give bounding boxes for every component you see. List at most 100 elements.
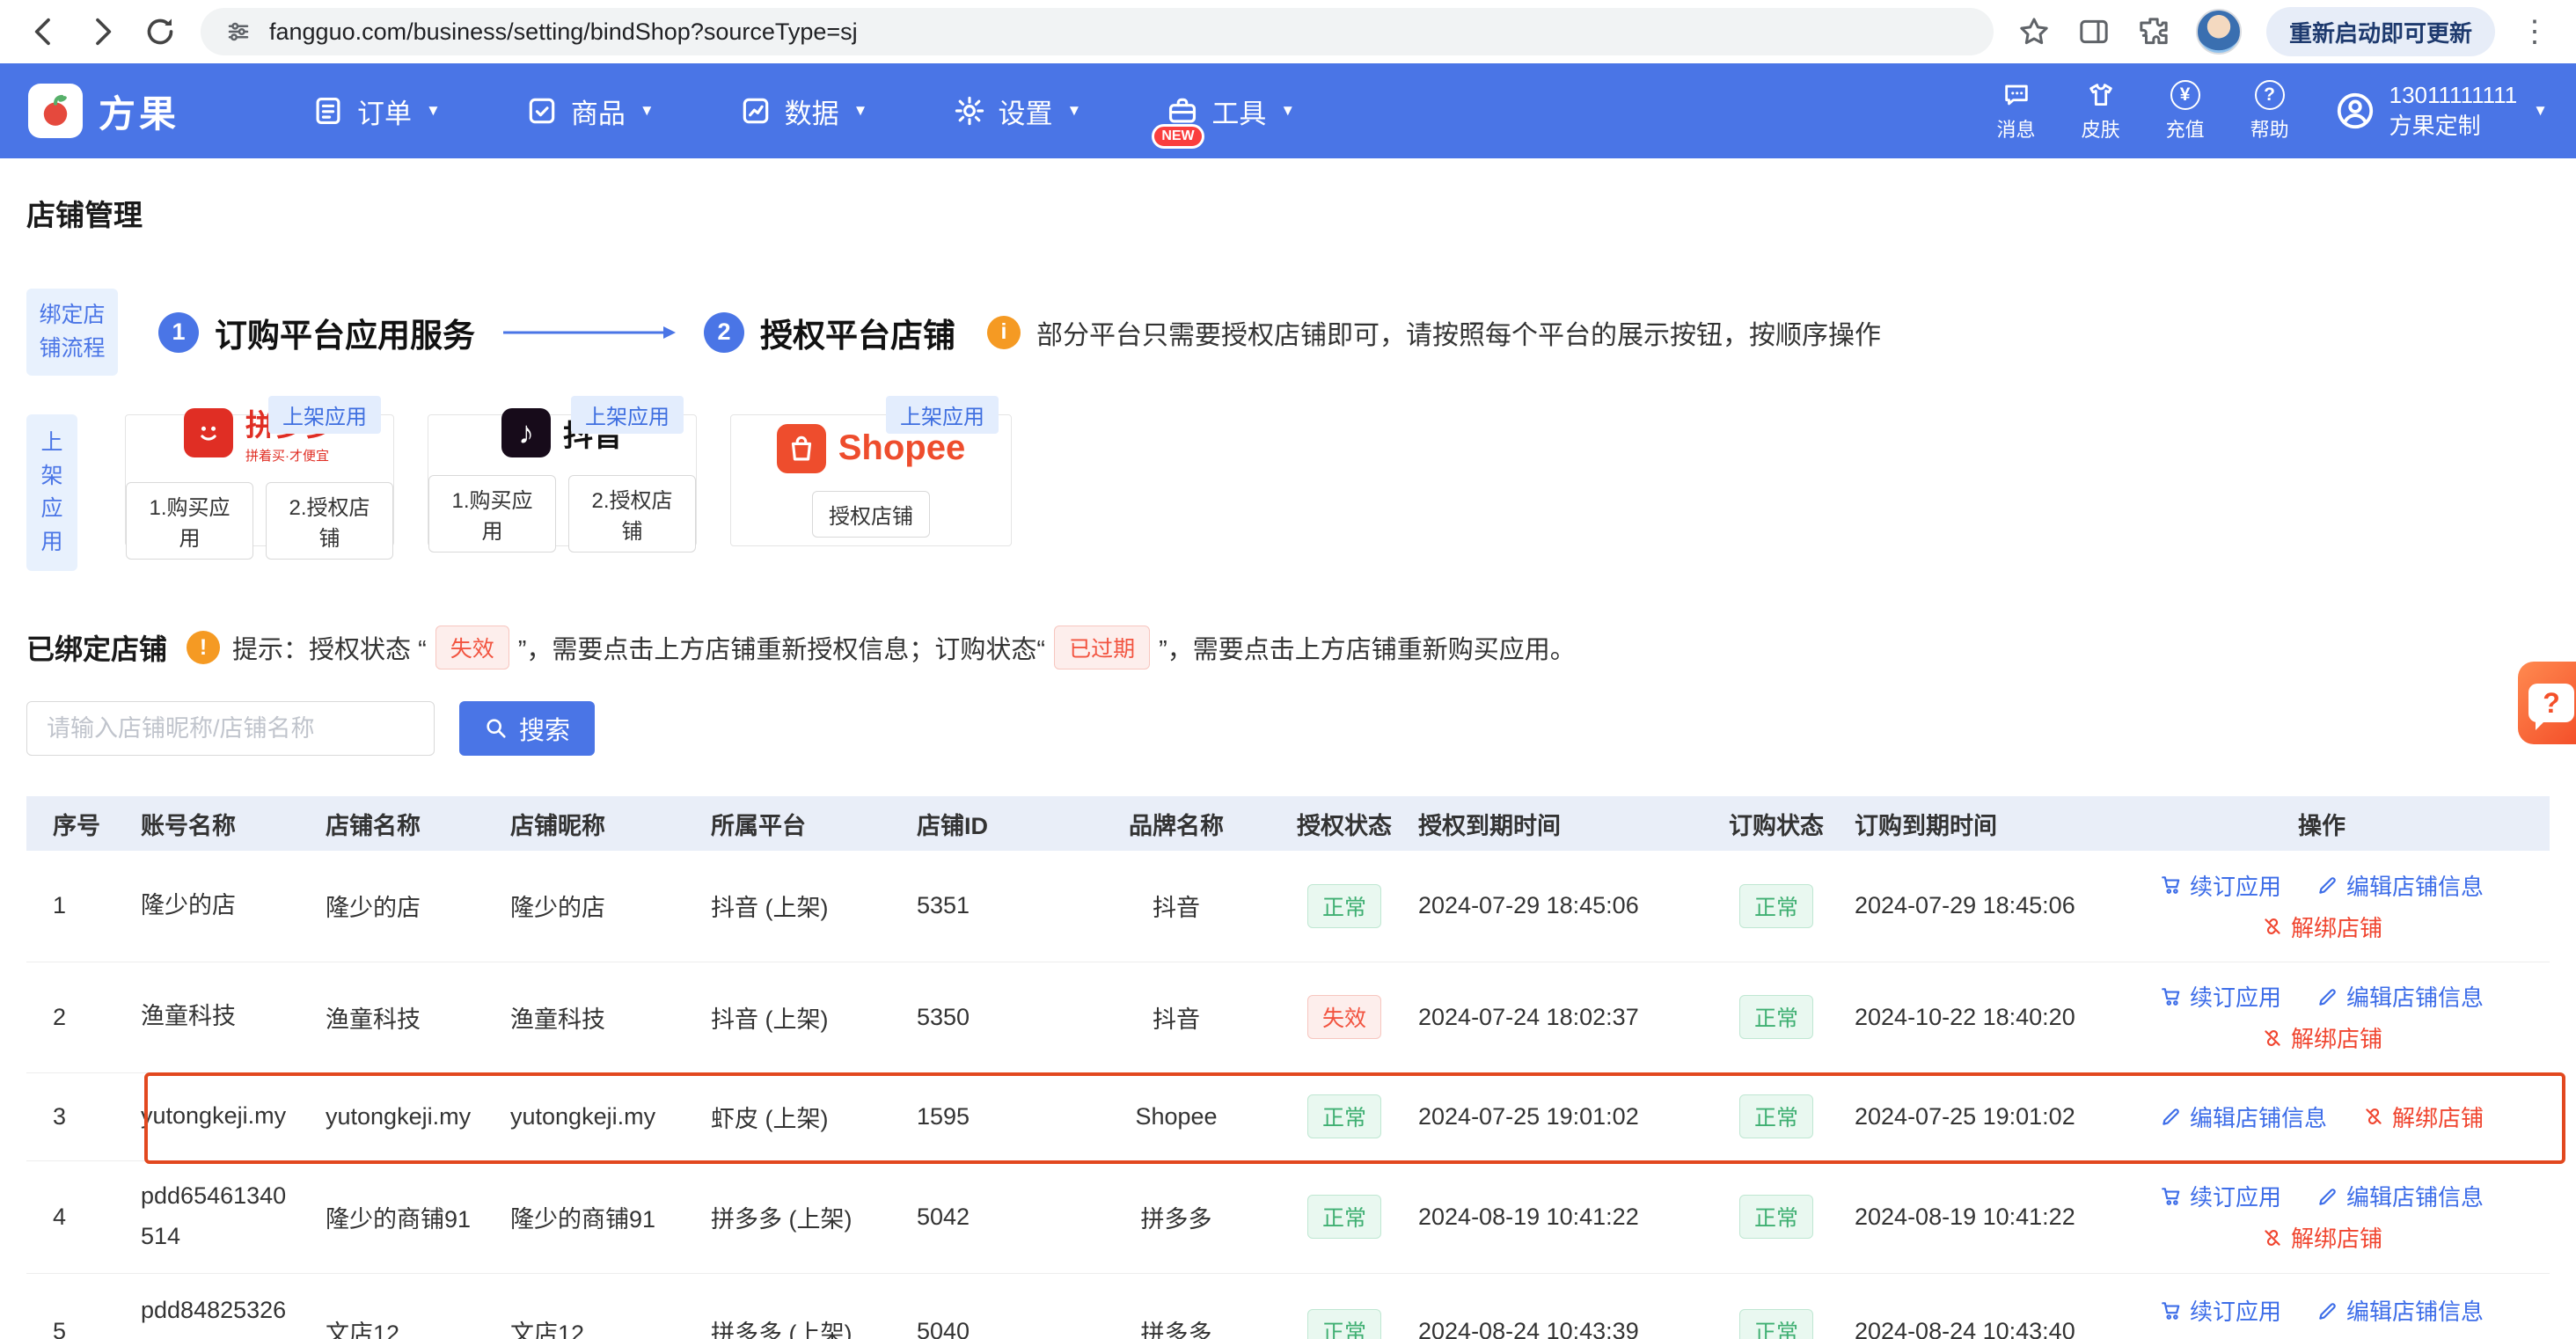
page-content: 店铺管理 绑定店铺流程 1 订购平台应用服务 2 授权平台店铺 i 部分平台只需… xyxy=(0,192,2576,1339)
profile-avatar[interactable] xyxy=(2196,9,2242,55)
step-2-number: 2 xyxy=(704,312,744,353)
side-panel-button[interactable] xyxy=(2076,14,2111,49)
products-icon xyxy=(525,94,559,128)
cell-auth-expire: 2024-07-25 19:01:02 xyxy=(1418,1072,1698,1160)
cell-shop-id: 5040 xyxy=(917,1273,1082,1339)
renew-app-link[interactable]: 续订应用 xyxy=(2160,1294,2281,1327)
cell-index: 3 xyxy=(26,1072,141,1160)
bind-flow-label: 绑定店铺流程 xyxy=(26,289,118,376)
chrome-right-cluster: 重新启动即可更新 ⋮ xyxy=(2016,7,2550,56)
chevron-down-icon: ▼ xyxy=(1067,102,1082,120)
platform-card-pinduoduo[interactable]: 上架应用 拼多多 拼着买·才便宜 1.购买应用 2.授权店铺 xyxy=(125,414,394,546)
status-badge-invalid: 失效 xyxy=(435,626,509,670)
renew-app-link[interactable]: 续订应用 xyxy=(2160,1180,2281,1212)
chevron-down-icon: ▼ xyxy=(426,102,441,120)
new-badge: NEW xyxy=(1152,124,1204,149)
skin-button[interactable]: 皮肤 xyxy=(2082,80,2120,143)
steps-tip-text: 部分平台只需要授权店铺即可，请按照每个平台的展示按钮，按顺序操作 xyxy=(1036,313,1881,352)
edit-shop-link[interactable]: 编辑店铺信息 xyxy=(2160,1101,2327,1133)
chat-bubble-icon xyxy=(2002,80,2031,110)
account-name: 方果定制 xyxy=(2389,111,2518,142)
account-menu[interactable]: 13011111111 方果定制 ▼ xyxy=(2335,80,2548,142)
edit-shop-link[interactable]: 编辑店铺信息 xyxy=(2316,980,2484,1013)
cell-order-expire: 2024-07-25 19:01:02 xyxy=(1855,1072,2094,1160)
search-button[interactable]: 搜索 xyxy=(459,701,595,756)
cell-shop-name: 隆少的商铺91 xyxy=(326,1160,510,1273)
douyin-auth-shop-button[interactable]: 2.授权店铺 xyxy=(568,475,696,552)
cell-shop-id: 5351 xyxy=(917,851,1082,962)
cell-order-expire: 2024-08-24 10:43:40 xyxy=(1855,1273,2094,1339)
menu-item-settings[interactable]: 设置 ▼ xyxy=(953,91,1082,131)
messages-button[interactable]: 消息 xyxy=(1997,80,2036,143)
browser-refresh-button[interactable] xyxy=(143,14,178,49)
card-tag: 上架应用 xyxy=(571,396,684,434)
douyin-card-buttons: 1.购买应用 2.授权店铺 xyxy=(428,475,696,552)
account-texts: 13011111111 方果定制 xyxy=(2389,80,2518,142)
menu-item-data[interactable]: 数据 ▼ xyxy=(739,91,868,131)
pinduoduo-buy-app-button[interactable]: 1.购买应用 xyxy=(126,482,253,560)
chrome-menu-button[interactable]: ⋮ xyxy=(2520,14,2550,49)
shopee-auth-shop-button[interactable]: 授权店铺 xyxy=(812,491,930,538)
chrome-update-button[interactable]: 重新启动即可更新 xyxy=(2266,7,2495,56)
unbind-shop-link[interactable]: 解绑店铺 xyxy=(2261,1335,2382,1339)
cell-account: pdd65461340514 xyxy=(141,1160,326,1273)
menu-item-tools[interactable]: NEW 工具 ▼ xyxy=(1166,91,1295,131)
cart-icon xyxy=(2160,874,2183,896)
cell-platform: 抖音 (上架) xyxy=(711,851,917,962)
pencil-icon xyxy=(2160,1105,2183,1128)
renew-app-link[interactable]: 续订应用 xyxy=(2160,980,2281,1013)
chevron-down-icon: ▼ xyxy=(640,102,655,120)
extensions-button[interactable] xyxy=(2136,14,2171,49)
app-logo[interactable] xyxy=(28,84,83,138)
unbind-shop-link[interactable]: 解绑店铺 xyxy=(2261,1021,2382,1054)
recharge-button[interactable]: ¥ 充值 xyxy=(2166,80,2205,143)
unbind-shop-link[interactable]: 解绑店铺 xyxy=(2362,1101,2484,1133)
pencil-icon xyxy=(2316,1299,2339,1322)
address-bar[interactable]: fangguo.com/business/setting/bindShop?so… xyxy=(201,8,1994,55)
browser-forward-button[interactable] xyxy=(84,14,120,49)
cell-account: pdd84825326567 xyxy=(141,1273,326,1339)
info-icon: i xyxy=(987,316,1021,349)
edit-shop-link[interactable]: 编辑店铺信息 xyxy=(2316,1294,2484,1327)
col-header-order-expire: 订购到期时间 xyxy=(1855,796,2094,851)
help-bubble-icon: ? xyxy=(2528,684,2574,722)
forward-arrow-icon xyxy=(84,14,120,49)
bound-shops-title: 已绑定店铺 xyxy=(26,627,167,668)
cell-index: 4 xyxy=(26,1160,141,1273)
menu-item-products[interactable]: 商品 ▼ xyxy=(525,91,655,131)
platform-card-douyin[interactable]: 上架应用 ♪ 抖音 1.购买应用 2.授权店铺 xyxy=(428,414,697,546)
douyin-buy-app-button[interactable]: 1.购买应用 xyxy=(428,475,556,552)
douyin-logo-icon: ♪ xyxy=(501,408,551,457)
pinduoduo-slogan: 拼着买·才便宜 xyxy=(245,446,335,465)
help-button[interactable]: ? 帮助 xyxy=(2250,80,2289,143)
cart-icon xyxy=(2160,1299,2183,1322)
pinduoduo-logo-icon xyxy=(184,408,233,457)
col-header-order-status: 订购状态 xyxy=(1698,796,1855,851)
cell-platform: 拼多多 (上架) xyxy=(711,1160,917,1273)
edit-shop-link[interactable]: 编辑店铺信息 xyxy=(2316,869,2484,902)
search-input[interactable] xyxy=(26,701,435,756)
unbind-shop-link[interactable]: 解绑店铺 xyxy=(2261,911,2382,943)
site-settings-icon[interactable] xyxy=(225,18,252,45)
bound-shops-tip: 提示：授权状态 “ 失效 ”，需要点击上方店铺重新授权信息；订购状态“ 已过期 … xyxy=(232,626,1576,670)
edit-shop-link[interactable]: 编辑店铺信息 xyxy=(2316,1180,2484,1212)
pinduoduo-auth-shop-button[interactable]: 2.授权店铺 xyxy=(266,482,393,560)
app-top-nav: 方果 订单 ▼ 商品 ▼ 数据 ▼ 设置 ▼ NEW 工具 ▼ xyxy=(0,63,2576,158)
table-row: 1 隆少的店 隆少的店 隆少的店 抖音 (上架) 5351 抖音 正常 2024… xyxy=(26,851,2550,962)
floating-help-button[interactable]: ? xyxy=(2518,662,2576,744)
fangguo-logo-icon xyxy=(36,91,75,130)
renew-app-link[interactable]: 续订应用 xyxy=(2160,869,2281,902)
col-header-auth-expire: 授权到期时间 xyxy=(1418,796,1698,851)
cart-icon xyxy=(2160,1185,2183,1208)
browser-back-button[interactable] xyxy=(26,14,62,49)
quick-label: 皮肤 xyxy=(2082,114,2120,143)
cell-actions: 编辑店铺信息 解绑店铺 xyxy=(2094,1072,2550,1160)
menu-item-orders[interactable]: 订单 ▼ xyxy=(311,91,441,131)
bookmark-star-button[interactable] xyxy=(2016,14,2052,49)
unbind-shop-link[interactable]: 解绑店铺 xyxy=(2261,1221,2382,1254)
cell-brand: 抖音 xyxy=(1082,962,1270,1072)
cell-shop-name: 隆少的店 xyxy=(326,851,510,962)
menu-item-label: 设置 xyxy=(999,91,1053,131)
cell-shop-name: yutongkeji.my xyxy=(326,1072,510,1160)
platform-card-shopee[interactable]: 上架应用 Shopee 授权店铺 xyxy=(730,414,1012,546)
